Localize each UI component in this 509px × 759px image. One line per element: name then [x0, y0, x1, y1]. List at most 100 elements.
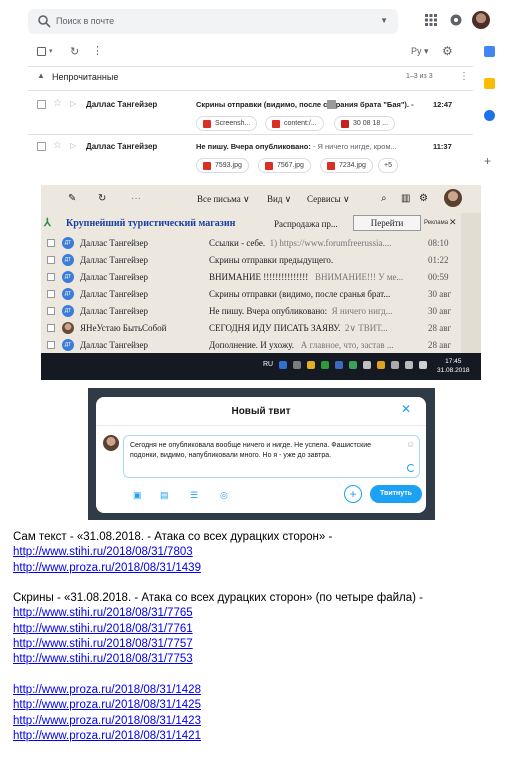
more-icon[interactable]: ···	[131, 193, 141, 204]
row-checkbox[interactable]	[47, 341, 55, 349]
row-checkbox[interactable]	[47, 256, 55, 264]
attachment-chip[interactable]: 7234.jpg	[320, 158, 373, 173]
keep-icon[interactable]	[484, 78, 495, 89]
section-title: Непрочитанные	[52, 72, 119, 82]
search-bar[interactable]: Поиск в почте ▼	[28, 9, 398, 34]
chevron-up-icon[interactable]: ▲	[37, 71, 45, 80]
taskbar-clock[interactable]: 17:45 31.08.2018	[437, 357, 470, 375]
row-checkbox[interactable]	[47, 290, 55, 298]
section-count: 1–3 из 3	[406, 73, 433, 80]
attachment-chip[interactable]: 30 08 18 ...	[334, 116, 396, 131]
input-language[interactable]: Ру ▾	[411, 46, 429, 57]
add-addon-icon[interactable]: +	[484, 154, 491, 168]
emoji-icon[interactable]: ☺	[406, 439, 415, 449]
importance-marker-icon[interactable]: ▷	[70, 99, 76, 108]
attachment-chip[interactable]: Screensh...	[196, 116, 258, 131]
link[interactable]: http://www.proza.ru/2018/08/31/1421	[13, 730, 201, 742]
mail-row[interactable]: ☆ ▷ Даллас Тангейзер Не пишу. Вчера опуб…	[28, 138, 473, 178]
subject: Ссылки - себе. 1) https://www.forumfreer…	[209, 238, 392, 248]
tweet-text[interactable]: Сегодня не опубликовала вообще ничего и …	[130, 441, 400, 461]
view-menu[interactable]: Вид ∨	[267, 194, 291, 205]
list-item[interactable]: ДТ Даллас Тангейзер Ссылки - себе. 1) ht…	[41, 235, 461, 252]
ad-go-button[interactable]: Перейти	[353, 215, 421, 231]
link[interactable]: http://www.stihi.ru/2018/08/31/7765	[13, 607, 193, 619]
add-tweet-button[interactable]: +	[344, 485, 362, 503]
star-icon[interactable]: ☆	[53, 98, 62, 109]
row-checkbox[interactable]	[47, 307, 55, 315]
unread-section-header[interactable]: ▲ Непрочитанные 1–3 из 3 ⋮	[28, 69, 473, 85]
flag-icon[interactable]	[419, 361, 427, 369]
list-item[interactable]: ЯНеУстаю БытьСобой СЕГОДНЯ ИДУ ПИСАТЬ ЗА…	[41, 320, 461, 337]
list-item[interactable]: ДТ Даллас Тангейзер ВНИМАНИЕ !!!!!!!!!!!…	[41, 269, 461, 286]
location-icon[interactable]: ◎	[220, 490, 228, 501]
search-input[interactable]: Поиск в почте	[56, 16, 114, 26]
search-options-icon[interactable]: ▼	[380, 16, 388, 25]
close-icon[interactable]: ✕	[449, 217, 457, 228]
apps-grid-icon[interactable]	[425, 14, 437, 26]
services-menu[interactable]: Сервисы ∨	[307, 194, 350, 205]
account-avatar[interactable]	[472, 11, 490, 29]
tray-icon[interactable]	[335, 361, 343, 369]
link[interactable]: http://www.proza.ru/2018/08/31/1423	[13, 715, 201, 727]
tray-icon[interactable]	[363, 361, 371, 369]
link[interactable]: http://www.stihi.ru/2018/08/31/7803	[13, 546, 193, 558]
all-letters-menu[interactable]: Все письма ∨	[197, 194, 250, 205]
link[interactable]: http://www.stihi.ru/2018/08/31/7761	[13, 623, 193, 635]
tasks-icon[interactable]	[484, 110, 495, 121]
link[interactable]: http://www.stihi.ru/2018/08/31/7757	[13, 638, 193, 650]
row-checkbox[interactable]	[47, 239, 55, 247]
settings-gear-icon[interactable]: ⚙	[419, 193, 428, 204]
link[interactable]: http://www.stihi.ru/2018/08/31/7753	[13, 653, 193, 665]
split-view-icon[interactable]: ▥	[401, 193, 410, 204]
tray-icon[interactable]	[321, 361, 329, 369]
tray-icon[interactable]	[293, 361, 301, 369]
row-checkbox[interactable]	[47, 273, 55, 281]
ad-banner[interactable]: ⅄ Крупнейший туристический магазин Распр…	[41, 213, 461, 233]
link[interactable]: http://www.proza.ru/2018/08/31/1425	[13, 699, 201, 711]
ad-title[interactable]: Крупнейший туристический магазин	[66, 218, 235, 229]
subject-text: Не пишу. Вчера опубликовано:	[196, 142, 311, 151]
scrollbar[interactable]	[461, 213, 481, 353]
poll-icon[interactable]: ☰	[190, 490, 198, 501]
speaker-icon[interactable]	[405, 361, 413, 369]
row-checkbox[interactable]	[37, 100, 46, 109]
account-avatar[interactable]	[444, 189, 462, 207]
refresh-icon[interactable]: ↻	[98, 193, 106, 204]
mail-row[interactable]: ☆ ▷ Даллас Тангейзер Скрины отправки (ви…	[28, 96, 473, 136]
attachment-chip[interactable]: content:/...	[265, 116, 324, 131]
more-attachments-chip[interactable]: +5	[378, 158, 398, 173]
settings-gear-icon[interactable]: ⚙	[442, 44, 453, 58]
star-icon[interactable]: ☆	[53, 140, 62, 151]
media-icon[interactable]: ▣	[133, 490, 142, 501]
tray-icon[interactable]	[377, 361, 385, 369]
calendar-icon[interactable]	[484, 46, 495, 57]
keyboard-language[interactable]: RU	[263, 361, 273, 368]
attachment-chip[interactable]: 7593.jpg	[196, 158, 249, 173]
select-all-checkbox[interactable]	[37, 47, 46, 56]
importance-marker-icon[interactable]: ▷	[70, 141, 76, 150]
list-item[interactable]: ДТ Даллас Тангейзер Дополнение. И ухожу.…	[41, 337, 461, 354]
notifications-icon[interactable]	[450, 14, 462, 26]
search-icon[interactable]: ⌕	[381, 193, 387, 204]
row-checkbox[interactable]	[47, 324, 55, 332]
tray-icon[interactable]	[307, 361, 315, 369]
tweet-input[interactable]: Сегодня не опубликовала вообще ничего и …	[123, 435, 420, 478]
select-caret-icon[interactable]: ▾	[49, 47, 53, 55]
row-checkbox[interactable]	[37, 142, 46, 151]
list-item[interactable]: ДТ Даллас Тангейзер Скрины отправки пред…	[41, 252, 461, 269]
list-item[interactable]: ДТ Даллас Тангейзер Не пишу. Вчера опубл…	[41, 303, 461, 320]
tweet-button[interactable]: Твитнуть	[370, 485, 422, 503]
link[interactable]: http://www.proza.ru/2018/08/31/1428	[13, 684, 201, 696]
section-more-icon[interactable]: ⋮	[459, 71, 469, 82]
tray-icon[interactable]	[349, 361, 357, 369]
help-tray-icon[interactable]	[279, 361, 287, 369]
attachment-chip[interactable]: 7567.jpg	[258, 158, 311, 173]
list-item[interactable]: ДТ Даллас Тангейзер Скрины отправки (вид…	[41, 286, 461, 303]
close-icon[interactable]: ✕	[401, 402, 411, 416]
link[interactable]: http://www.proza.ru/2018/08/31/1439	[13, 562, 201, 574]
gif-icon[interactable]: ▤	[160, 490, 169, 501]
compose-icon[interactable]: ✎	[68, 193, 76, 204]
refresh-icon[interactable]: ↻	[70, 45, 79, 58]
network-icon[interactable]	[391, 361, 399, 369]
more-options-icon[interactable]: ⋮	[92, 44, 103, 57]
